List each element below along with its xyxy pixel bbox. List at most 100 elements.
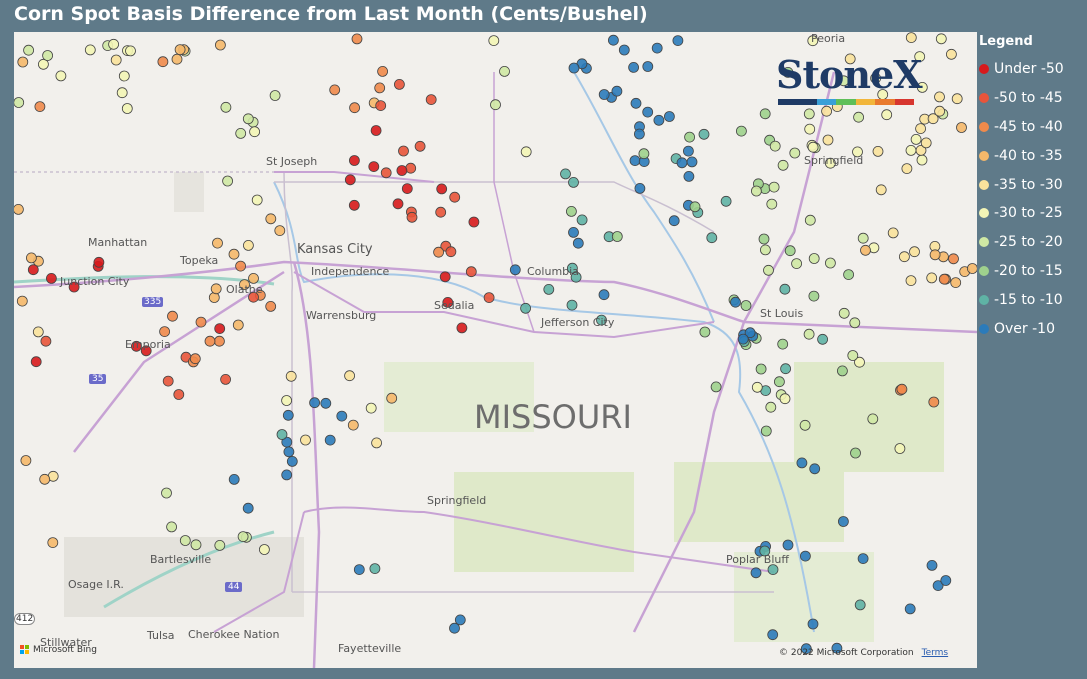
location-marker[interactable]: [618, 44, 630, 56]
location-marker[interactable]: [433, 246, 445, 258]
location-marker[interactable]: [436, 183, 448, 195]
location-marker[interactable]: [39, 473, 51, 485]
location-marker[interactable]: [760, 244, 771, 256]
location-marker[interactable]: [929, 249, 941, 261]
location-marker[interactable]: [47, 537, 59, 549]
legend-item[interactable]: -50 to -45: [977, 84, 1083, 113]
location-marker[interactable]: [228, 473, 240, 485]
location-marker[interactable]: [212, 237, 223, 249]
location-marker[interactable]: [730, 296, 741, 308]
location-marker[interactable]: [928, 396, 940, 408]
location-marker[interactable]: [853, 111, 864, 123]
location-marker[interactable]: [110, 54, 122, 66]
location-marker[interactable]: [720, 195, 732, 207]
location-marker[interactable]: [683, 145, 694, 157]
location-marker[interactable]: [598, 289, 610, 301]
location-marker[interactable]: [598, 89, 610, 100]
location-marker[interactable]: [235, 128, 247, 139]
location-marker[interactable]: [905, 32, 917, 43]
location-marker[interactable]: [664, 111, 675, 122]
location-marker[interactable]: [951, 93, 963, 105]
location-marker[interactable]: [651, 42, 663, 54]
location-marker[interactable]: [920, 137, 932, 149]
location-marker[interactable]: [698, 128, 710, 140]
location-marker[interactable]: [214, 540, 226, 551]
location-marker[interactable]: [213, 335, 225, 347]
location-marker[interactable]: [393, 79, 405, 90]
location-marker[interactable]: [32, 326, 44, 338]
location-marker[interactable]: [336, 410, 348, 422]
location-marker[interactable]: [759, 108, 771, 120]
location-marker[interactable]: [157, 56, 169, 68]
location-marker[interactable]: [822, 134, 834, 146]
location-marker[interactable]: [543, 283, 555, 295]
location-marker[interactable]: [946, 48, 957, 60]
location-marker[interactable]: [686, 156, 698, 168]
location-marker[interactable]: [344, 370, 356, 382]
location-marker[interactable]: [850, 447, 861, 459]
location-marker[interactable]: [509, 264, 521, 276]
location-marker[interactable]: [465, 266, 477, 278]
location-marker[interactable]: [490, 99, 501, 111]
location-marker[interactable]: [468, 216, 480, 228]
location-marker[interactable]: [281, 469, 293, 481]
location-marker[interactable]: [915, 123, 926, 134]
location-marker[interactable]: [838, 307, 850, 319]
location-marker[interactable]: [910, 134, 922, 145]
location-marker[interactable]: [285, 370, 297, 382]
location-marker[interactable]: [365, 402, 377, 414]
location-marker[interactable]: [329, 84, 341, 96]
location-marker[interactable]: [283, 446, 295, 458]
location-marker[interactable]: [568, 226, 579, 238]
location-marker[interactable]: [483, 292, 495, 304]
location-marker[interactable]: [860, 244, 871, 256]
location-marker[interactable]: [208, 292, 220, 303]
location-marker[interactable]: [683, 170, 695, 182]
location-marker[interactable]: [668, 215, 680, 227]
location-marker[interactable]: [684, 131, 695, 143]
location-marker[interactable]: [374, 82, 386, 94]
location-marker[interactable]: [281, 395, 293, 406]
legend-item[interactable]: Over -10: [977, 314, 1083, 343]
location-marker[interactable]: [758, 233, 770, 245]
location-marker[interactable]: [760, 425, 772, 437]
location-marker[interactable]: [46, 272, 57, 284]
location-marker[interactable]: [706, 232, 718, 244]
location-marker[interactable]: [560, 168, 571, 180]
location-marker[interactable]: [905, 145, 917, 156]
location-marker[interactable]: [740, 300, 752, 311]
location-marker[interactable]: [159, 326, 171, 338]
location-marker[interactable]: [784, 245, 796, 257]
location-marker[interactable]: [767, 564, 779, 575]
location-marker[interactable]: [25, 252, 37, 264]
location-marker[interactable]: [611, 231, 623, 242]
location-marker[interactable]: [699, 326, 711, 338]
location-marker[interactable]: [405, 162, 417, 174]
location-marker[interactable]: [414, 140, 426, 152]
location-marker[interactable]: [456, 322, 468, 334]
location-marker[interactable]: [258, 544, 270, 555]
terms-link[interactable]: Terms: [922, 648, 949, 658]
location-marker[interactable]: [276, 429, 288, 440]
location-marker[interactable]: [807, 618, 819, 630]
location-marker[interactable]: [808, 253, 820, 264]
location-marker[interactable]: [370, 125, 382, 136]
location-marker[interactable]: [755, 363, 767, 375]
location-marker[interactable]: [904, 603, 916, 615]
location-marker[interactable]: [809, 463, 821, 475]
location-marker[interactable]: [449, 622, 460, 634]
location-marker[interactable]: [351, 33, 363, 45]
location-marker[interactable]: [242, 502, 254, 514]
location-marker[interactable]: [121, 103, 133, 114]
location-marker[interactable]: [777, 338, 789, 350]
location-marker[interactable]: [348, 199, 360, 211]
location-marker[interactable]: [872, 146, 884, 157]
location-marker[interactable]: [237, 531, 249, 543]
location-marker[interactable]: [369, 563, 381, 574]
location-marker[interactable]: [934, 91, 945, 103]
location-marker[interactable]: [116, 87, 128, 99]
location-marker[interactable]: [349, 102, 361, 114]
location-marker[interactable]: [896, 383, 908, 395]
location-marker[interactable]: [282, 409, 294, 421]
location-marker[interactable]: [576, 214, 588, 226]
